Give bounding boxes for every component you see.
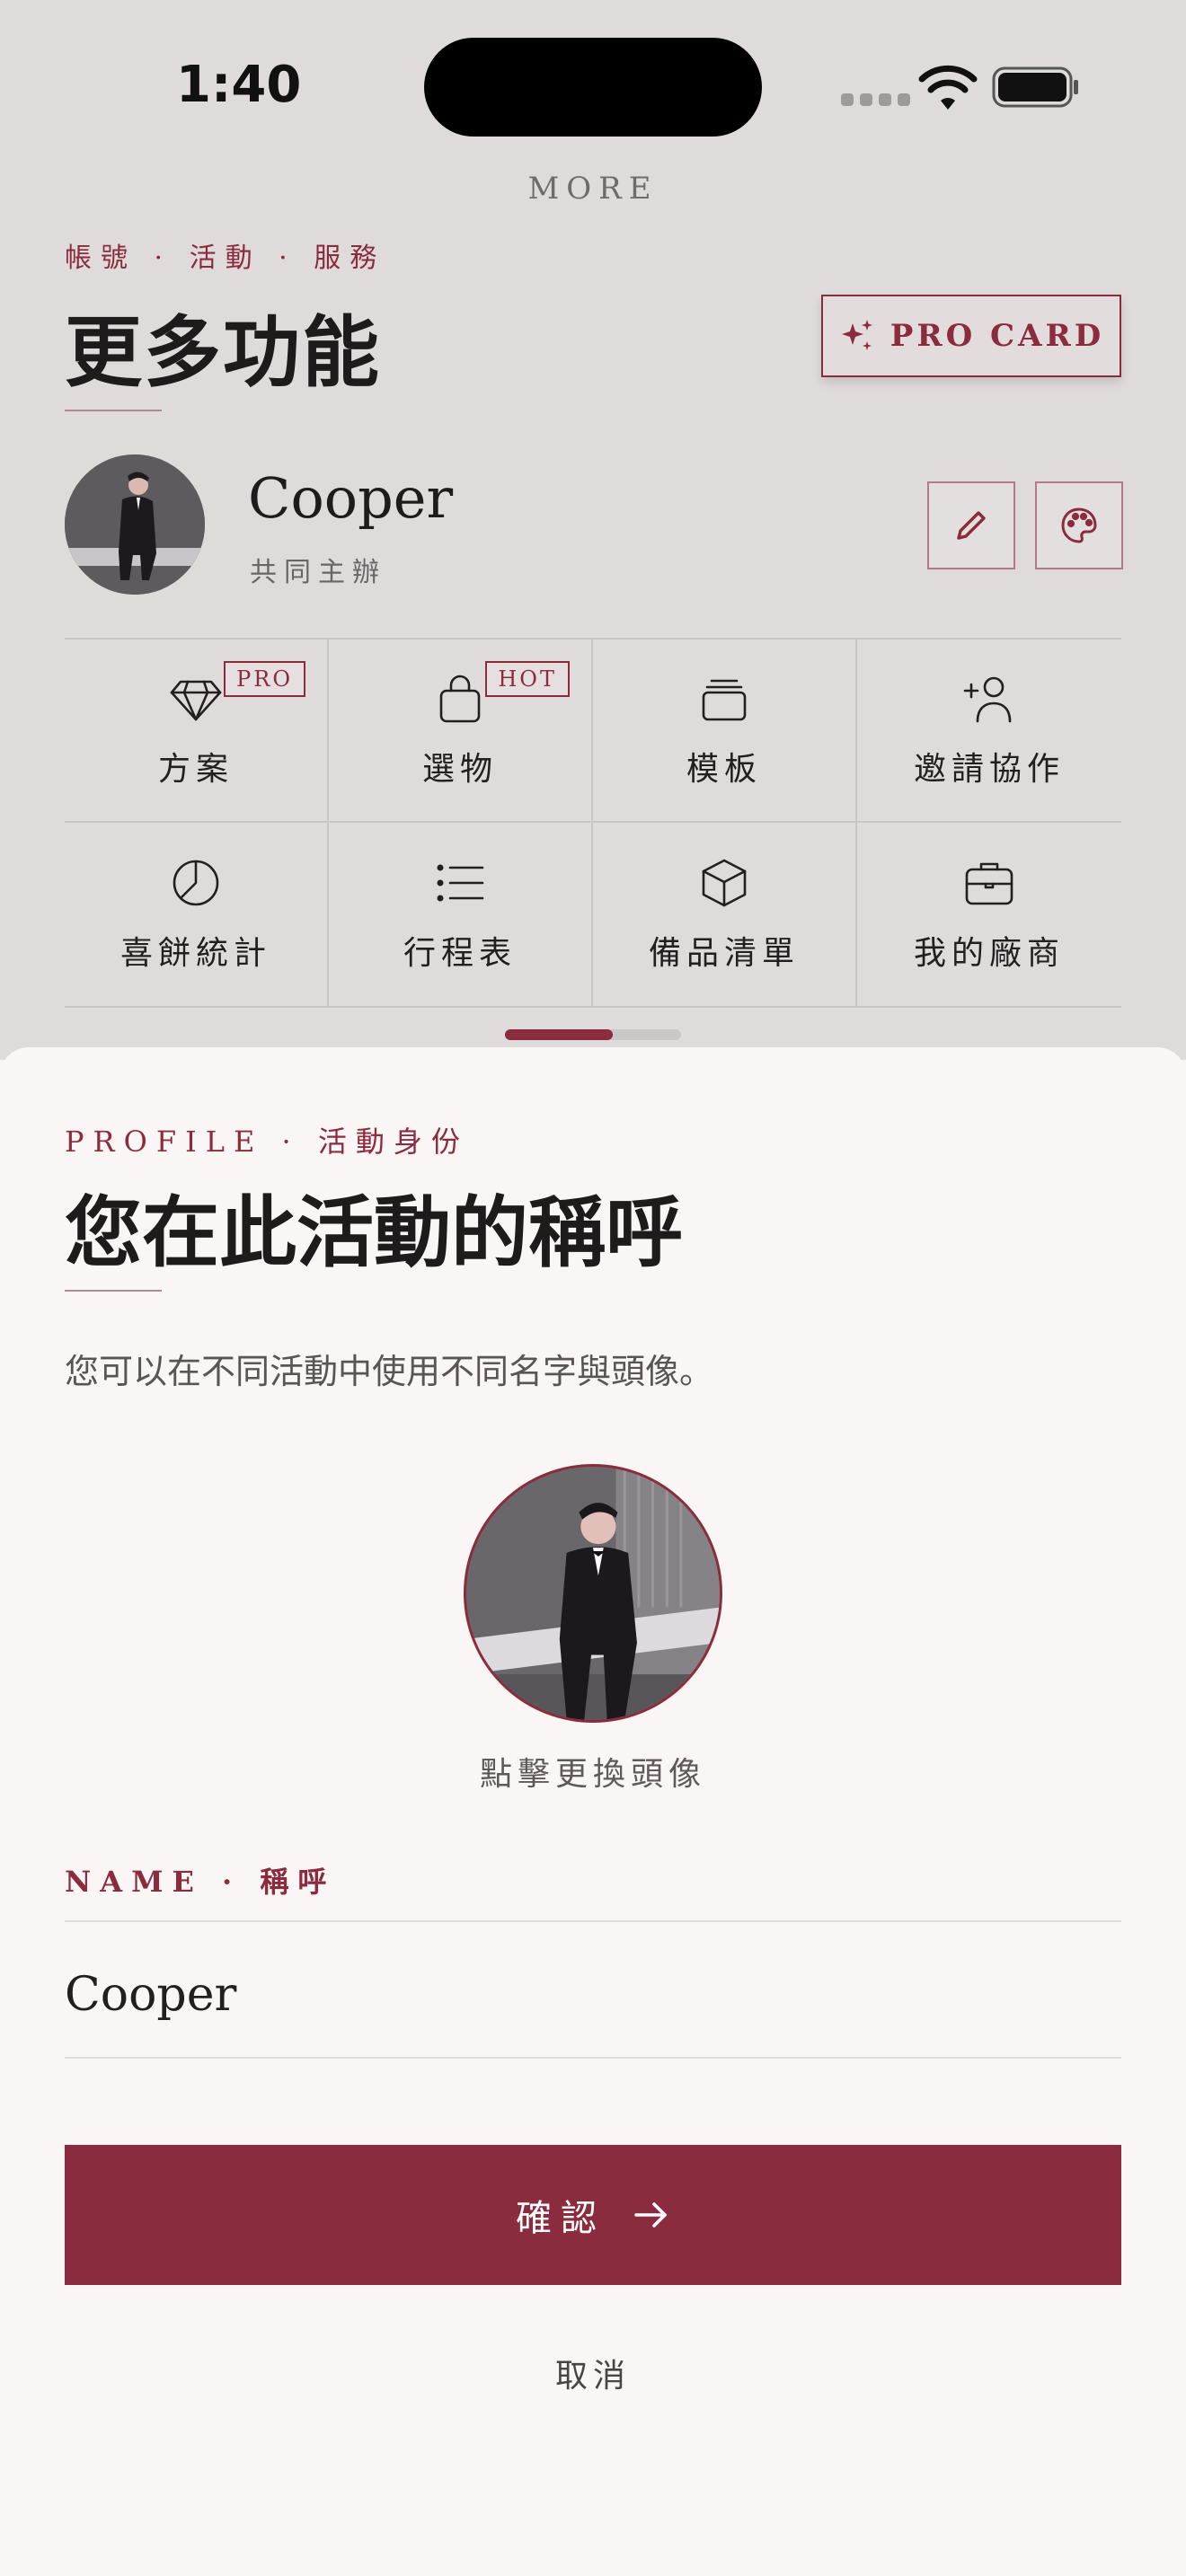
feature-supplies-checklist[interactable]: 備品清單 <box>593 823 857 1006</box>
sheet-description: 您可以在不同活動中使用不同名字與頭像。 <box>65 1352 714 1391</box>
feature-label: 我的廠商 <box>913 935 1065 972</box>
stack-icon <box>702 679 747 721</box>
diamond-icon <box>170 680 222 721</box>
hot-badge: HOT <box>485 661 570 697</box>
feature-my-vendors[interactable]: 我的廠商 <box>857 823 1121 1006</box>
avatar-photo <box>65 454 205 595</box>
name-field-label: NAME · 稱呼 <box>65 1865 336 1899</box>
name-input[interactable] <box>65 1945 1121 2044</box>
header-eyebrow: 帳號 · 活動 · 服務 <box>65 243 386 274</box>
feature-invite-collaborators[interactable]: 邀請協作 <box>857 640 1121 823</box>
change-avatar-button[interactable] <box>464 1464 722 1723</box>
signal-icon <box>841 93 910 106</box>
pro-badge: PRO <box>224 661 305 697</box>
feature-templates[interactable]: 模板 <box>593 640 857 823</box>
avatar-photo <box>466 1467 720 1720</box>
dynamic-island <box>424 38 762 137</box>
field-divider <box>65 1920 1121 1922</box>
title-divider <box>65 410 162 411</box>
confirm-label: 確認 <box>516 2198 606 2239</box>
page-title: 更多功能 <box>65 307 381 398</box>
palette-icon <box>1061 507 1097 543</box>
edit-profile-button[interactable] <box>927 481 1015 569</box>
feature-label: 備品清單 <box>648 935 800 972</box>
arrow-right-icon <box>634 2202 667 2228</box>
field-divider <box>65 2057 1121 2059</box>
pie-chart-icon <box>173 860 219 906</box>
wifi-icon <box>918 65 978 110</box>
pro-card-label: PRO CARD <box>890 318 1105 354</box>
feature-label: 模板 <box>686 751 762 788</box>
profile-name: Cooper <box>248 465 454 531</box>
avatar[interactable] <box>65 454 205 595</box>
pencil-icon <box>957 511 986 540</box>
more-features-screen: 1:40 MORE 帳號 · 活動 · 服務 更多功能 PRO CARD Coo… <box>0 0 1186 1060</box>
theme-button[interactable] <box>1035 481 1123 569</box>
page-indicator-fill <box>505 1029 613 1040</box>
list-icon <box>437 864 484 902</box>
sheet-title-divider <box>65 1290 162 1292</box>
sheet-eyebrow: PROFILE · 活動身份 <box>65 1125 469 1159</box>
user-plus-icon <box>963 676 1012 723</box>
status-time: 1:40 <box>176 56 302 114</box>
feature-schedule[interactable]: 行程表 <box>329 823 593 1006</box>
briefcase-icon <box>965 862 1013 905</box>
feature-wedding-cake-stats[interactable]: 喜餅統計 <box>65 823 329 1006</box>
sheet-title: 您在此活動的稱呼 <box>65 1187 683 1278</box>
cancel-button[interactable]: 取消 <box>0 2350 1186 2396</box>
feature-label: 方案 <box>157 751 234 788</box>
feature-label: 邀請協作 <box>913 751 1065 788</box>
shopping-bag-icon <box>439 675 481 723</box>
feature-label: 選物 <box>421 751 498 788</box>
feature-label: 喜餅統計 <box>119 935 271 972</box>
box-icon <box>702 859 747 907</box>
battery-icon <box>992 66 1078 108</box>
feature-plans[interactable]: PRO 方案 <box>65 640 329 823</box>
feature-shop[interactable]: HOT 選物 <box>329 640 593 823</box>
feature-grid: PRO 方案 HOT 選物 模板 邀請協作 喜餅統計 行程表 備品清單 我的廠商 <box>65 638 1121 1008</box>
pro-card-button[interactable]: PRO CARD <box>821 295 1121 377</box>
sparkles-icon <box>841 320 872 350</box>
confirm-button[interactable]: 確認 <box>65 2145 1121 2285</box>
section-label: MORE <box>527 171 659 207</box>
page-indicator <box>505 1029 681 1040</box>
profile-bottom-sheet: PROFILE · 活動身份 您在此活動的稱呼 您可以在不同活動中使用不同名字與… <box>0 1047 1186 2576</box>
profile-role: 共同主辦 <box>250 557 386 588</box>
change-avatar-hint: 點擊更換頭像 <box>479 1756 706 1793</box>
feature-label: 行程表 <box>403 935 517 972</box>
